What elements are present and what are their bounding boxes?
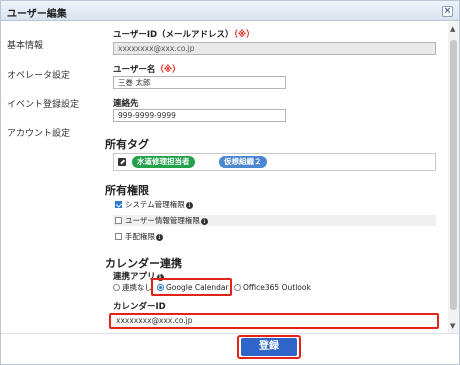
username-required-mark: （※） [155,65,181,75]
radio-none-label: 連携なし [122,283,152,292]
tags-box: 水道修理担当者 仮想組織２ [113,153,436,171]
scroll-up-icon[interactable]: ▲ [450,25,455,33]
contact-field[interactable]: 999-9999-9999 [113,109,286,122]
radio-none[interactable] [113,284,120,291]
scrollbar-thumb[interactable] [450,40,457,310]
sidebar-item-account-settings[interactable]: アカウント設定 [7,126,70,139]
sidebar-item-event-registration[interactable]: イベント登録設定 [7,97,79,110]
dialog-titlebar: ユーザー編集 × [1,1,459,21]
permission-row-system[interactable]: システム管理権限 i [113,199,436,210]
checkbox-checked[interactable] [115,201,122,208]
checkbox[interactable] [115,217,122,224]
permissions-heading: 所有権限 [105,184,149,197]
radio-google-calendar[interactable] [157,284,164,291]
info-icon: i [156,234,163,241]
register-button[interactable]: 登録 [241,338,297,356]
dialog-title: ユーザー編集 [7,9,67,20]
radio-office365-label: Office365 Outlook [243,283,311,292]
edit-icon[interactable] [118,158,126,166]
contact-label: 連絡先 [113,99,139,109]
sidebar-item-basic-info[interactable]: 基本情報 [7,38,43,51]
close-icon: × [443,6,452,16]
calendar-id-field[interactable]: xxxxxxxx@xxx.co.jp [112,315,436,327]
radio-office365[interactable] [234,284,241,291]
permission-row-arrangement[interactable]: 手配権限 i [113,231,436,242]
tags-heading: 所有タグ [105,138,149,151]
userid-required-mark: （※） [233,30,255,40]
calendar-id-label: カレンダーID [113,302,166,312]
userid-label: ユーザーID（メールアドレス）（※） [113,30,255,40]
sidebar-item-operator-settings[interactable]: オペレータ設定 [7,68,70,81]
permission-row-user-info[interactable]: ユーザー情報管理権限 i [113,215,436,226]
info-icon: i [200,218,208,225]
calendar-heading: カレンダー連携 [105,257,182,270]
form-content: ユーザーID（メールアドレス）（※） xxxxxxxx@xxx.co.jp ユー… [96,22,446,333]
scroll-down-icon[interactable]: ▼ [450,322,455,330]
radio-google-calendar-label: Google Calendar [166,283,229,292]
info-icon: i [185,202,193,209]
username-label: ユーザー名（※） [113,65,181,75]
scrollbar[interactable]: ▲ ▼ [448,22,459,333]
userid-field: xxxxxxxx@xxx.co.jp [113,42,436,55]
dialog-footer [1,333,459,364]
user-edit-dialog: ユーザー編集 × 基本情報 オペレータ設定 イベント登録設定 アカウント設定 ユ… [0,0,460,365]
close-button[interactable]: × [442,6,453,17]
sidebar: 基本情報 オペレータ設定 イベント登録設定 アカウント設定 [1,22,96,342]
username-field[interactable]: 三巻 太郎 [113,76,286,89]
tag-pill: 仮想組織２ [219,156,267,168]
tag-pill: 水道修理担当者 [132,156,195,168]
checkbox[interactable] [115,233,122,240]
